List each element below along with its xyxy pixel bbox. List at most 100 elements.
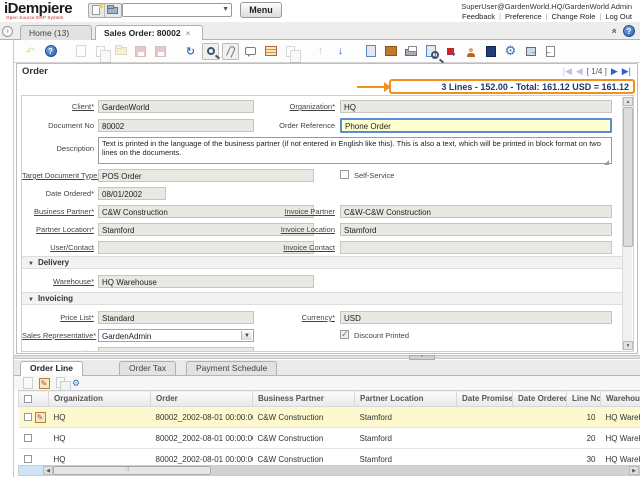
scrollbar-track[interactable] bbox=[211, 466, 631, 475]
print-preview-icon[interactable] bbox=[422, 43, 439, 60]
scrollbar-thumb[interactable] bbox=[53, 466, 211, 475]
currency-label[interactable]: Currency* bbox=[250, 313, 335, 322]
next-record-icon[interactable]: ▶ bbox=[611, 66, 618, 77]
history-icon[interactable] bbox=[282, 43, 299, 60]
payment-rule-field[interactable]: Cash bbox=[98, 347, 254, 352]
row-checkbox[interactable] bbox=[24, 413, 32, 421]
edit-row-icon[interactable]: ✎ bbox=[35, 412, 46, 423]
copy-record-icon[interactable] bbox=[92, 43, 109, 60]
save-and-create-icon[interactable] bbox=[152, 43, 169, 60]
find-icon[interactable] bbox=[202, 43, 219, 60]
tab-order-line[interactable]: Order Line bbox=[20, 361, 83, 376]
menu-button[interactable]: Menu bbox=[240, 2, 282, 18]
request-icon[interactable] bbox=[462, 43, 479, 60]
feedback-link[interactable]: Feedback bbox=[462, 12, 495, 21]
previous-record-icon[interactable]: ◀ bbox=[576, 66, 583, 77]
export-icon[interactable] bbox=[522, 43, 539, 60]
select-all-checkbox[interactable] bbox=[24, 395, 32, 403]
archive-icon[interactable] bbox=[382, 43, 399, 60]
target-document-type-label[interactable]: Target Document Type* bbox=[22, 171, 94, 180]
tab-payment-schedule[interactable]: Payment Schedule bbox=[186, 361, 277, 375]
help-toolbar-icon[interactable]: ? bbox=[42, 43, 59, 60]
row-checkbox[interactable] bbox=[24, 455, 32, 463]
report-icon[interactable] bbox=[362, 43, 379, 60]
print-icon[interactable] bbox=[402, 43, 419, 60]
col-partner-location[interactable]: Partner Location bbox=[355, 391, 457, 407]
process-line-icon[interactable]: ⚙ bbox=[70, 377, 82, 389]
client-field[interactable]: GardenWorld bbox=[98, 100, 254, 113]
scroll-left-icon[interactable]: ◀ bbox=[43, 466, 53, 475]
scroll-up-icon[interactable]: ▲ bbox=[623, 97, 633, 106]
business-partner-label[interactable]: Business Partner* bbox=[22, 207, 94, 216]
invoice-contact-field[interactable] bbox=[340, 241, 612, 254]
order-reference-field[interactable]: Phone Order bbox=[340, 118, 612, 133]
col-business-partner[interactable]: Business Partner bbox=[253, 391, 355, 407]
textarea-resize-grip[interactable] bbox=[604, 160, 609, 165]
global-search-input[interactable]: ▼ bbox=[122, 3, 232, 17]
col-line-no[interactable]: Line No bbox=[567, 391, 601, 407]
new-window-icon[interactable] bbox=[89, 4, 105, 17]
invoice-contact-label[interactable]: Invoice Contact bbox=[250, 243, 335, 252]
col-organization[interactable]: Organization bbox=[49, 391, 151, 407]
end-icon[interactable] bbox=[542, 43, 559, 60]
description-field[interactable]: Text is printed in the language of the b… bbox=[98, 137, 612, 164]
col-warehouse[interactable]: Warehouse bbox=[601, 391, 640, 407]
process-icon[interactable]: ⚙ bbox=[502, 43, 519, 60]
tab-sales-order[interactable]: Sales Order: 80002× bbox=[95, 25, 203, 41]
collapsed-west-panel[interactable] bbox=[0, 40, 14, 477]
collapse-header-icon[interactable]: » bbox=[608, 28, 618, 33]
chat-icon[interactable] bbox=[242, 43, 259, 60]
user-contact-label[interactable]: User/Contact bbox=[22, 243, 94, 252]
sales-representative-label[interactable]: Sales Representative* bbox=[22, 331, 94, 340]
document-no-field[interactable]: 80002 bbox=[98, 119, 254, 132]
section-invoicing[interactable]: ▼Invoicing bbox=[22, 292, 622, 305]
zoom-across-icon[interactable] bbox=[442, 43, 459, 60]
partner-location-label[interactable]: Partner Location* bbox=[22, 225, 94, 234]
detail-record-icon[interactable]: ↓ bbox=[332, 43, 349, 60]
invoice-location-label[interactable]: Invoice Location bbox=[250, 225, 335, 234]
help-icon[interactable]: ? bbox=[623, 25, 635, 37]
table-horizontal-scrollbar[interactable]: ◀ ▶ bbox=[18, 465, 640, 476]
date-ordered-field[interactable]: 08/01/2002 bbox=[98, 187, 166, 200]
row-select-cell[interactable]: ✎ bbox=[19, 407, 49, 428]
preference-link[interactable]: Preference bbox=[505, 12, 542, 21]
price-list-label[interactable]: Price List* bbox=[22, 313, 94, 322]
scroll-right-icon[interactable]: ▶ bbox=[629, 466, 639, 475]
last-record-icon[interactable]: ▶| bbox=[622, 66, 631, 77]
warehouse-label[interactable]: Warehouse* bbox=[22, 277, 94, 286]
ignore-icon[interactable]: ↶ bbox=[22, 43, 39, 60]
form-vertical-scrollbar[interactable]: ▲ ▼ bbox=[622, 97, 632, 350]
first-record-icon[interactable]: |◀ bbox=[563, 66, 572, 77]
delete-record-icon[interactable] bbox=[112, 43, 129, 60]
row-select-cell[interactable] bbox=[19, 428, 49, 449]
sales-representative-field[interactable]: GardenAdmin▼ bbox=[98, 329, 254, 342]
chevron-down-icon[interactable]: ▼ bbox=[222, 6, 229, 13]
select-all-header[interactable] bbox=[19, 391, 49, 407]
section-delivery[interactable]: ▼Delivery bbox=[22, 256, 622, 269]
col-order[interactable]: Order bbox=[151, 391, 253, 407]
price-list-field[interactable]: Standard bbox=[98, 311, 254, 324]
new-record-icon[interactable] bbox=[72, 43, 89, 60]
logout-link[interactable]: Log Out bbox=[605, 12, 632, 21]
parent-record-icon[interactable]: ↑ bbox=[312, 43, 329, 60]
save-icon[interactable] bbox=[132, 43, 149, 60]
client-label[interactable]: Client* bbox=[22, 102, 94, 111]
tab-order-tax[interactable]: Order Tax bbox=[119, 361, 176, 375]
self-service-checkbox[interactable] bbox=[340, 170, 349, 179]
organization-field[interactable]: HQ bbox=[340, 100, 612, 113]
tab-home[interactable]: Home (13) bbox=[20, 25, 92, 40]
scrollbar-thumb[interactable] bbox=[623, 107, 633, 247]
chevron-down-icon[interactable]: ▼ bbox=[241, 331, 252, 340]
col-date-ordered[interactable]: Date Ordered bbox=[513, 391, 567, 407]
delete-line-icon[interactable] bbox=[54, 377, 66, 389]
warehouse-field[interactable]: HQ Warehouse bbox=[98, 275, 314, 288]
scroll-down-icon[interactable]: ▼ bbox=[623, 341, 633, 350]
currency-field[interactable]: USD bbox=[340, 311, 612, 324]
invoice-partner-field[interactable]: C&W-C&W Construction bbox=[340, 205, 612, 218]
new-line-icon[interactable] bbox=[22, 377, 34, 389]
payment-rule-label[interactable]: Payment Rule* bbox=[22, 349, 94, 352]
invoice-partner-label[interactable]: Invoice Partner bbox=[250, 207, 335, 216]
folder-icon[interactable] bbox=[105, 4, 121, 17]
pane-splitter[interactable]: ⌃ bbox=[14, 355, 640, 359]
target-document-type-field[interactable]: POS Order bbox=[98, 169, 314, 182]
